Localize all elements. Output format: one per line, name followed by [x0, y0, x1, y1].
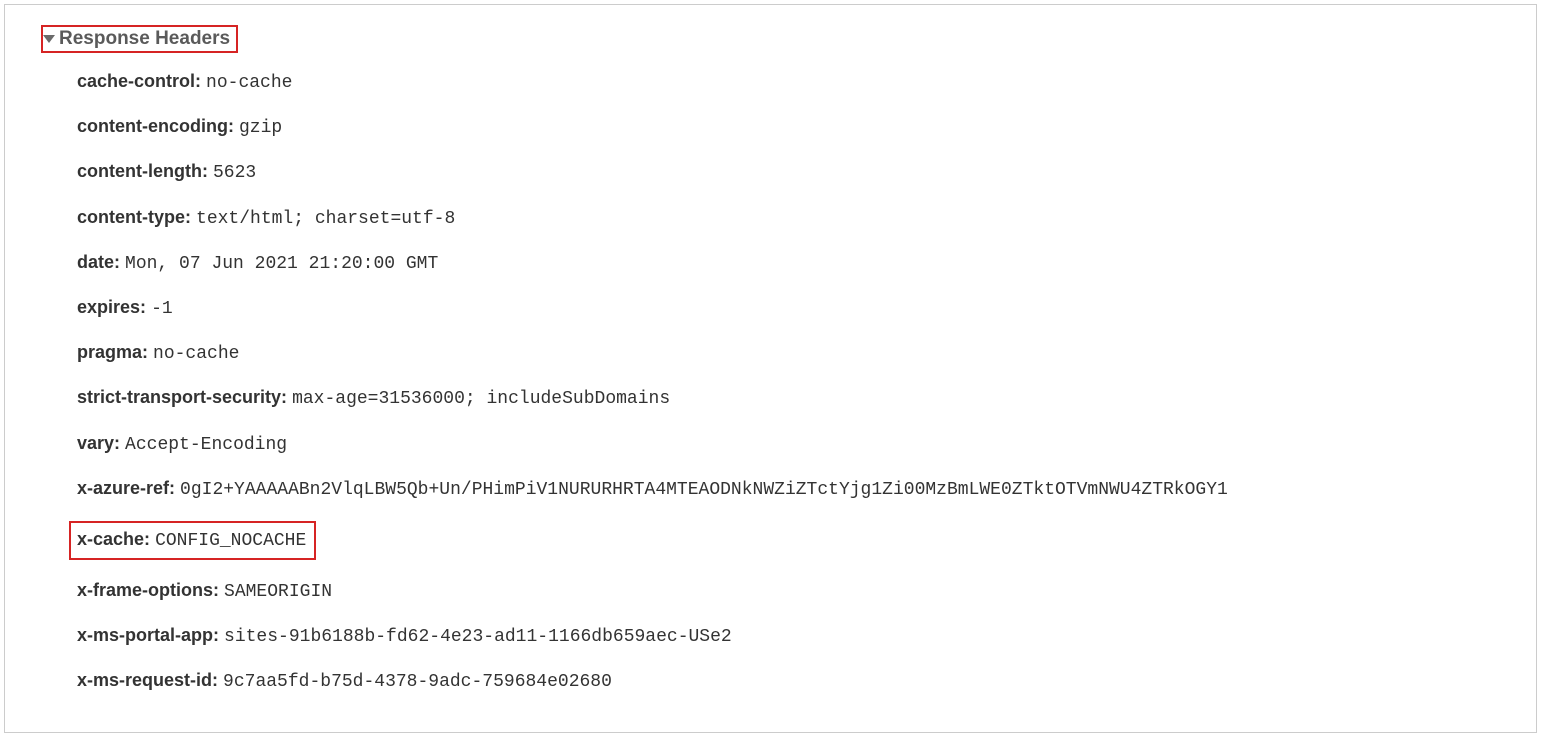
- header-row-cache-control: cache-control: no-cache: [77, 69, 1506, 96]
- header-row-x-cache: x-cache: CONFIG_NOCACHE: [77, 521, 1506, 560]
- header-row-pragma: pragma: no-cache: [77, 340, 1506, 367]
- header-name: content-length:: [77, 161, 208, 181]
- header-row-x-ms-portal-app: x-ms-portal-app: sites-91b6188b-fd62-4e2…: [77, 623, 1506, 650]
- header-value: text/html; charset=utf-8: [196, 209, 455, 229]
- headers-list: cache-control: no-cache content-encoding…: [35, 69, 1506, 696]
- response-headers-panel: Response Headers cache-control: no-cache…: [4, 4, 1537, 733]
- header-name: date:: [77, 252, 120, 272]
- header-name: expires:: [77, 297, 146, 317]
- header-row-x-frame-options: x-frame-options: SAMEORIGIN: [77, 578, 1506, 605]
- header-name: pragma:: [77, 342, 148, 362]
- header-row-x-ms-request-id: x-ms-request-id: 9c7aa5fd-b75d-4378-9adc…: [77, 668, 1506, 695]
- header-row-date: date: Mon, 07 Jun 2021 21:20:00 GMT: [77, 250, 1506, 277]
- header-name: strict-transport-security:: [77, 387, 287, 407]
- header-value: 0gI2+YAAAAABn2VlqLBW5Qb+Un/PHimPiV1NURUR…: [180, 480, 1228, 500]
- header-row-content-length: content-length: 5623: [77, 159, 1506, 186]
- x-cache-highlight: x-cache: CONFIG_NOCACHE: [69, 521, 316, 560]
- header-name: cache-control:: [77, 71, 201, 91]
- header-value: Accept-Encoding: [125, 435, 287, 455]
- header-name: vary:: [77, 433, 120, 453]
- header-value: -1: [151, 299, 173, 319]
- header-row-x-azure-ref: x-azure-ref: 0gI2+YAAAAABn2VlqLBW5Qb+Un/…: [77, 476, 1506, 503]
- header-value: max-age=31536000; includeSubDomains: [292, 389, 670, 409]
- disclosure-triangle-icon[interactable]: [43, 35, 55, 43]
- header-row-expires: expires: -1: [77, 295, 1506, 322]
- header-name: x-azure-ref:: [77, 478, 175, 498]
- header-name: content-encoding:: [77, 116, 234, 136]
- section-header[interactable]: Response Headers: [41, 25, 238, 53]
- header-name: content-type:: [77, 207, 191, 227]
- header-row-content-type: content-type: text/html; charset=utf-8: [77, 205, 1506, 232]
- section-title: Response Headers: [57, 28, 232, 50]
- header-row-content-encoding: content-encoding: gzip: [77, 114, 1506, 141]
- header-name: x-cache:: [77, 529, 150, 549]
- header-value: CONFIG_NOCACHE: [155, 531, 306, 551]
- header-name: x-ms-portal-app:: [77, 625, 219, 645]
- header-value: Mon, 07 Jun 2021 21:20:00 GMT: [125, 254, 438, 274]
- header-name: x-ms-request-id:: [77, 670, 218, 690]
- header-value: no-cache: [153, 344, 239, 364]
- header-row-vary: vary: Accept-Encoding: [77, 431, 1506, 458]
- header-value: sites-91b6188b-fd62-4e23-ad11-1166db659a…: [224, 627, 732, 647]
- section-title-highlight: Response Headers: [41, 25, 238, 53]
- header-value: gzip: [239, 118, 282, 138]
- header-value: no-cache: [206, 73, 292, 93]
- header-row-strict-transport-security: strict-transport-security: max-age=31536…: [77, 385, 1506, 412]
- header-value: SAMEORIGIN: [224, 582, 332, 602]
- header-value: 5623: [213, 163, 256, 183]
- header-value: 9c7aa5fd-b75d-4378-9adc-759684e02680: [223, 672, 612, 692]
- header-name: x-frame-options:: [77, 580, 219, 600]
